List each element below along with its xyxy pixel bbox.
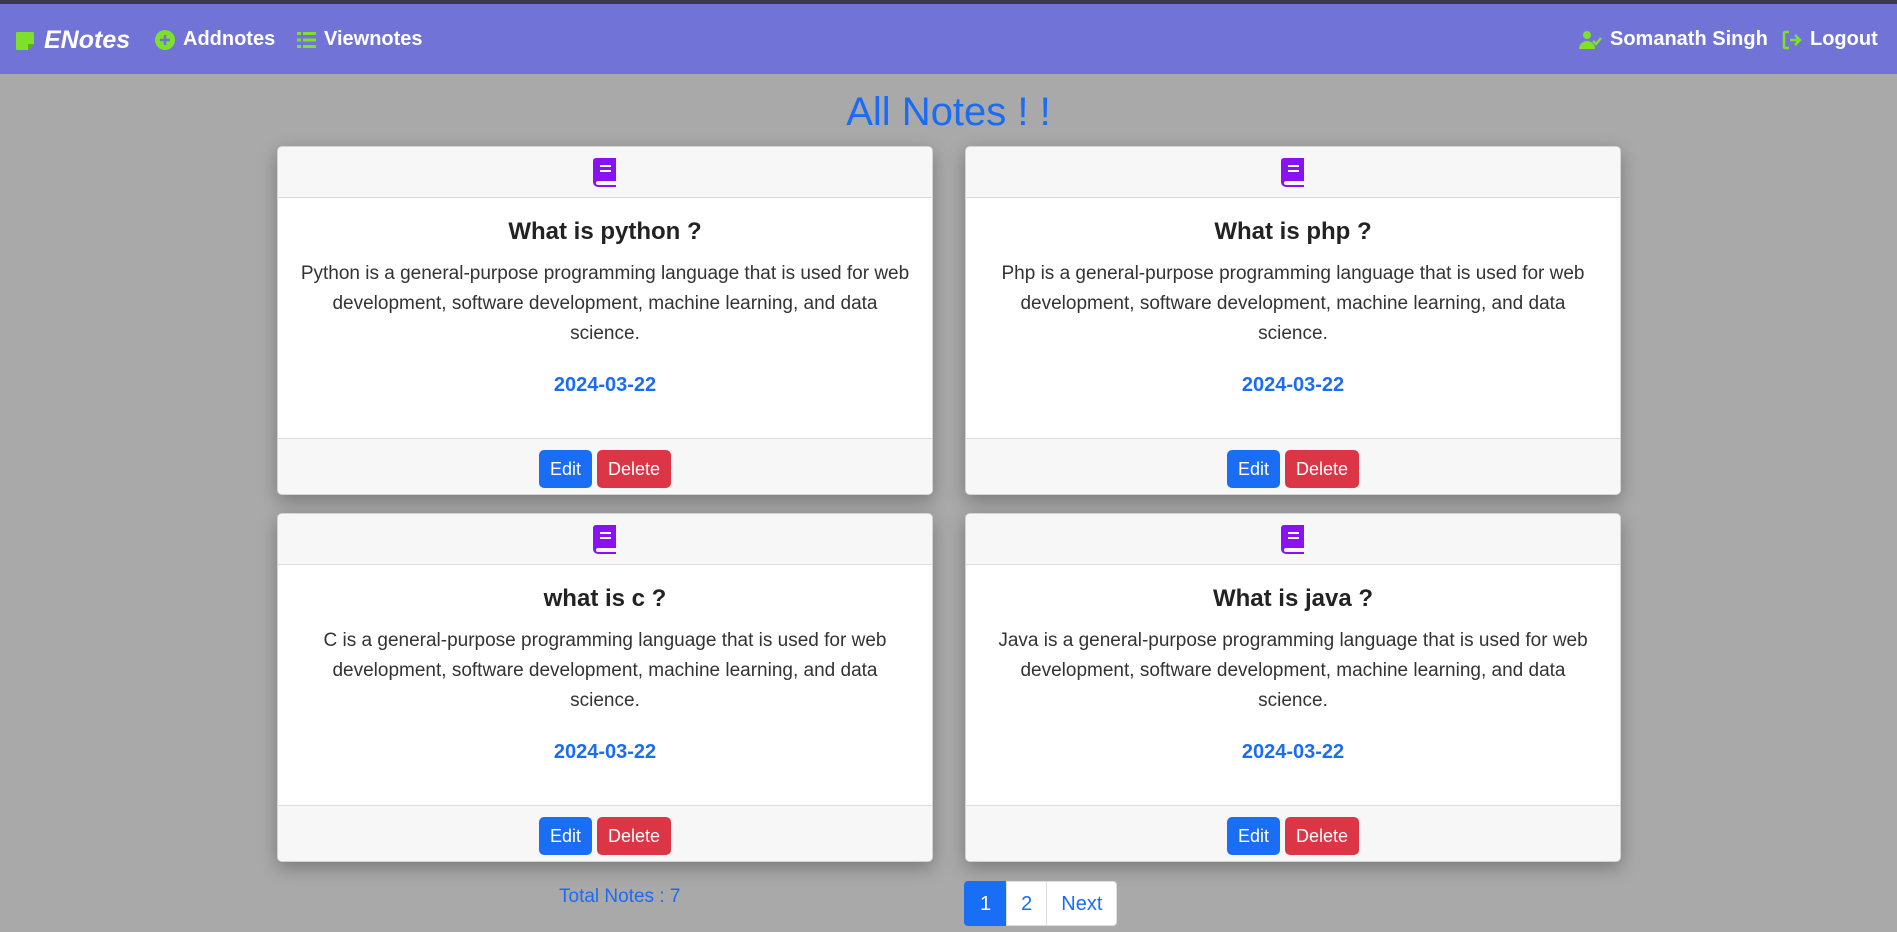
note-card: What is php ? Php is a general-purpose p… bbox=[965, 146, 1621, 495]
note-body: Java is a general-purpose programming la… bbox=[998, 630, 1588, 711]
logout-label: Logout bbox=[1810, 28, 1878, 50]
card-footer: Edit Delete bbox=[966, 805, 1620, 861]
card-body: what is c ? C is a general-purpose progr… bbox=[278, 565, 932, 805]
page-link-2[interactable]: 2 bbox=[1006, 881, 1048, 926]
edit-button[interactable]: Edit bbox=[1226, 449, 1280, 488]
book-icon bbox=[1280, 157, 1306, 187]
card-footer: Edit Delete bbox=[278, 805, 932, 861]
brand-name: ENotes bbox=[44, 26, 131, 54]
book-icon bbox=[592, 524, 618, 554]
plus-circle-icon bbox=[155, 29, 175, 50]
note-date: 2024-03-22 bbox=[1241, 741, 1345, 763]
page-link-1[interactable]: 1 bbox=[964, 881, 1008, 926]
navbar: ENotes Addnotes Viewnotes Somanath Singh… bbox=[0, 4, 1897, 74]
sticky-note-icon bbox=[14, 30, 36, 52]
card-body: What is php ? Php is a general-purpose p… bbox=[966, 198, 1620, 438]
edit-button[interactable]: Edit bbox=[1226, 816, 1280, 855]
pagination: 1 2 Next bbox=[964, 881, 1118, 926]
note-title: What is java ? bbox=[1212, 585, 1374, 612]
card-footer: Edit Delete bbox=[966, 438, 1620, 494]
book-icon bbox=[1280, 524, 1306, 554]
card-header bbox=[966, 514, 1620, 565]
note-body: C is a general-purpose programming langu… bbox=[323, 630, 887, 711]
page-title: All Notes ! ! bbox=[846, 90, 1051, 134]
list-icon bbox=[297, 31, 316, 49]
logout-button[interactable]: Logout bbox=[1782, 28, 1878, 51]
card-header bbox=[278, 514, 932, 565]
page-link-next[interactable]: Next bbox=[1046, 881, 1118, 926]
note-body: Php is a general-purpose programming lan… bbox=[1001, 263, 1585, 344]
note-card: What is python ? Python is a general-pur… bbox=[277, 146, 933, 495]
nav-addnotes-label: Addnotes bbox=[183, 28, 276, 50]
nav-viewnotes[interactable]: Viewnotes bbox=[297, 28, 423, 51]
note-card: what is c ? C is a general-purpose progr… bbox=[277, 513, 933, 862]
note-card: What is java ? Java is a general-purpose… bbox=[965, 513, 1621, 862]
note-title: what is c ? bbox=[543, 585, 667, 612]
total-notes-count: Total Notes : 7 bbox=[559, 886, 681, 907]
brand-link[interactable]: ENotes bbox=[14, 26, 130, 55]
edit-button[interactable]: Edit bbox=[538, 816, 592, 855]
note-date: 2024-03-22 bbox=[553, 741, 657, 763]
note-title: What is php ? bbox=[1214, 218, 1372, 245]
card-header bbox=[278, 147, 932, 198]
book-icon bbox=[592, 157, 618, 187]
nav-addnotes[interactable]: Addnotes bbox=[155, 28, 275, 51]
nav-user-label: Somanath Singh bbox=[1610, 28, 1768, 50]
card-header bbox=[966, 147, 1620, 198]
card-body: What is python ? Python is a general-pur… bbox=[278, 198, 932, 438]
card-footer: Edit Delete bbox=[278, 438, 932, 494]
note-title: What is python ? bbox=[508, 218, 702, 245]
nav-user[interactable]: Somanath Singh bbox=[1578, 28, 1768, 51]
note-date: 2024-03-22 bbox=[1241, 374, 1345, 396]
edit-button[interactable]: Edit bbox=[538, 449, 592, 488]
card-body: What is java ? Java is a general-purpose… bbox=[966, 565, 1620, 805]
logout-icon bbox=[1782, 30, 1802, 50]
nav-viewnotes-label: Viewnotes bbox=[324, 28, 423, 50]
note-date: 2024-03-22 bbox=[553, 374, 657, 396]
delete-button[interactable]: Delete bbox=[1285, 816, 1360, 855]
delete-button[interactable]: Delete bbox=[597, 816, 672, 855]
delete-button[interactable]: Delete bbox=[1285, 449, 1360, 488]
note-body: Python is a general-purpose programming … bbox=[300, 263, 910, 344]
delete-button[interactable]: Delete bbox=[597, 449, 672, 488]
user-icon bbox=[1578, 30, 1602, 50]
